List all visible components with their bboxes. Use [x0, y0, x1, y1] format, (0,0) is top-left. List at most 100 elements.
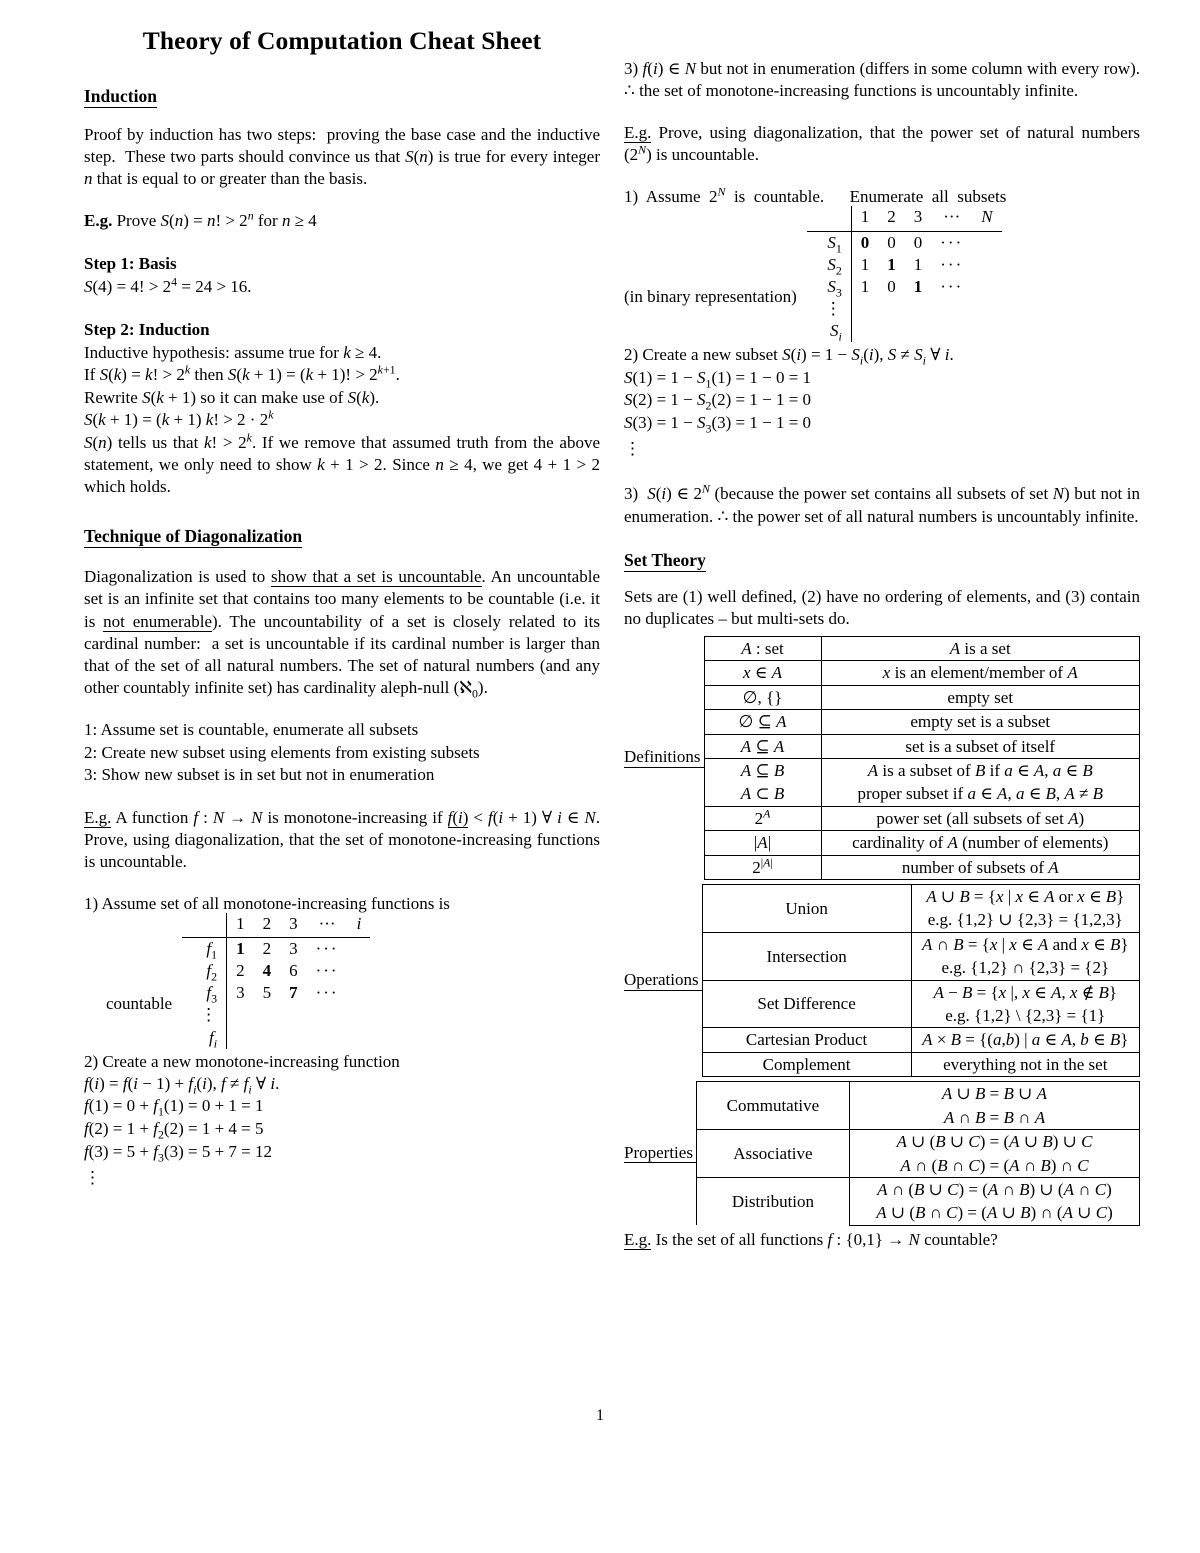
cell-r2c5	[348, 960, 371, 982]
cheat-sheet-page: Theory of Computation Cheat Sheet Induct…	[0, 0, 1200, 1553]
prop-key-1: Associative	[695, 1129, 850, 1178]
step2-heading: Step 2: Induction	[84, 319, 210, 339]
def-key-2: ∅, {}	[703, 684, 822, 711]
op-val-4: everything not in the set	[910, 1051, 1141, 1078]
cell-r1c1: 0	[860, 232, 870, 252]
def-val-4: set is a subset of itself	[820, 733, 1140, 760]
monotone-step2-line-4: f(3) = 5 + f3(3) = 5 + 7 = 12	[84, 1141, 273, 1164]
col-header-1: 1	[860, 207, 870, 227]
cell-r1c2: 2	[262, 939, 272, 959]
cell-r1c3: 3	[289, 939, 298, 959]
properties-table-wrap: Properties Commutative A ∪ B = B ∪ A A ∩…	[624, 1081, 1141, 1226]
monotone-step2-text: 2) Create a new monotone-increasing func…	[84, 1051, 400, 1071]
table-row: A ⊆ A set is a subset of itself	[703, 733, 1140, 760]
cell-r2c2: 4	[262, 961, 272, 981]
cell-r1c5	[972, 232, 1001, 254]
properties-label: Properties	[624, 1143, 696, 1164]
step2-line-2: If S(k) = k! > 2k then S(k + 1) = (k + 1…	[84, 362, 400, 385]
table-row: Si	[806, 319, 1002, 342]
cell-r2c2: 1	[887, 254, 896, 274]
row-header-f1: f1	[182, 938, 228, 961]
cell-r2c3: 6	[289, 961, 298, 981]
monotone-step2-line-3: f(2) = 1 + f2(2) = 1 + 4 = 5	[84, 1118, 264, 1142]
def-val-6: proper subset if a ∈ A, a ∈ B, A ≠ B	[820, 782, 1140, 807]
eg-label-powerset: E.g.	[624, 123, 652, 144]
corner-cell	[182, 913, 228, 938]
left-column: Theory of Computation Cheat Sheet Induct…	[84, 18, 600, 1251]
powerset-table-side-label: (in binary representation)	[624, 287, 797, 307]
cell-r1c2: 0	[887, 232, 896, 252]
table-row: ⋮	[806, 297, 1002, 320]
def-key-8: |A|	[703, 830, 822, 856]
row-header-vdots: ⋮	[806, 297, 852, 320]
monotone-step2-vdots: ⋮	[84, 1168, 101, 1188]
cell-r3c2: 5	[262, 983, 272, 1003]
row-header-s1: S1	[806, 231, 852, 254]
row-header-f2: f2	[182, 960, 228, 983]
definitions-label: Definitions	[624, 747, 704, 768]
def-val-0: A is a set	[820, 635, 1140, 662]
cell-r2-dots: ···	[940, 254, 964, 274]
powerset-step2-vdots: ⋮	[624, 439, 641, 459]
def-val-1: x is an element/member of A	[820, 660, 1140, 686]
powerset-step2-head: 2) Create a new subset S(i) = 1 − Si(i),…	[624, 345, 954, 368]
operations-table: Union A ∪ B = {x | x ∈ A or x ∈ B} e.g. …	[701, 884, 1141, 1078]
cell-r3c3: 7	[289, 983, 298, 1003]
col-header-3: 3	[289, 914, 298, 934]
definitions-table-wrap: Definitions A : set A is a set x ∈ A x i…	[624, 635, 1140, 881]
underline-phrase-not-enumerable: not enumerable	[103, 611, 212, 632]
table-row: ⋮	[182, 1004, 370, 1027]
cell-r2c1: 2	[236, 961, 245, 981]
op-key-3: Cartesian Product	[701, 1027, 912, 1053]
row-header-si: Si	[806, 319, 852, 342]
eg-label: E.g.	[84, 211, 113, 231]
operations-label: Operations	[624, 970, 702, 991]
cell-r2c1: 1	[860, 254, 870, 274]
prop-key-0: Commutative	[695, 1081, 850, 1130]
cell-r1c3: 0	[913, 232, 923, 252]
underline-phrase-uncountable: show that a set is uncountable	[270, 567, 482, 588]
table-row: ∅ ⊆ A empty set is a subset	[703, 709, 1140, 735]
monotone-table-side-label: countable	[106, 993, 173, 1013]
table-row: Complement everything not in the set	[701, 1051, 1141, 1078]
def-key-6: A ⊂ B	[703, 782, 822, 807]
right-column: 3) f(i) ∈ N but not in enumeration (diff…	[624, 18, 1140, 1251]
diagonalization-intro: Diagonalization is used to show that a s…	[84, 567, 600, 701]
def-val-9: number of subsets of A	[820, 854, 1140, 881]
diagonalization-step-2: 2: Create new subset using elements from…	[84, 742, 480, 762]
table-row: Set Difference A − B = {x |, x ∈ A, x ∉ …	[701, 979, 1141, 1028]
powerset-step3: 3) S(i) ∈ 2N (because the power set cont…	[624, 481, 1140, 526]
table-row: A ⊂ B proper subset if a ∈ A, a ∈ B, A ≠…	[703, 782, 1140, 807]
op-key-2: Set Difference	[701, 979, 912, 1028]
set-theory-intro: Sets are (1) well defined, (2) have no o…	[624, 586, 1140, 628]
table-row: Distribution A ∩ (B ∪ C) = (A ∩ B) ∪ (A …	[695, 1176, 1141, 1226]
step2-line-1: Inductive hypothesis: assume true for k …	[84, 342, 382, 362]
row-header-f3: f3	[182, 982, 228, 1005]
section-heading-induction: Induction	[84, 86, 157, 109]
op-val-1: A ∩ B = {x | x ∈ A and x ∈ B}	[910, 931, 1141, 957]
powerset-step1-text: 1) Assume 2N is countable. Enumerate all…	[624, 184, 1007, 207]
table-row: f2 2 4 6 ···	[182, 960, 371, 983]
table-row: 2|A| number of subsets of A	[703, 854, 1140, 881]
powerset-table-wrap: (in binary representation) 1 2 3 ··· N S…	[624, 206, 1140, 342]
op-key-0: Union	[701, 884, 912, 933]
prop-val-0a: A ∪ B = B ∪ A	[848, 1081, 1141, 1106]
table-row: Intersection A ∩ B = {x | x ∈ A and x ∈ …	[701, 931, 1141, 981]
powerset-step2-line-1: S(1) = 1 − S1(1) = 1 − 0 = 1	[624, 367, 812, 391]
powerset-step2-line-2: S(2) = 1 − S2(2) = 1 − 1 = 0	[624, 390, 812, 413]
def-key-0: A : set	[703, 635, 822, 662]
final-example: E.g. Is the set of all functions f : {0,…	[624, 1229, 998, 1250]
cell-r1c1: 1	[236, 939, 245, 959]
prop-val-1a: A ∪ (B ∪ C) = (A ∪ B) ∪ C	[848, 1129, 1141, 1154]
cell-r3c1: 1	[860, 276, 870, 296]
table-row: S1 0 0 0 ···	[806, 231, 1002, 254]
def-val-8: cardinality of A (number of elements)	[820, 830, 1140, 856]
table-row: A ⊆ B A is a subset of B if a ∈ A, a ∈ B	[703, 758, 1140, 783]
table-row: Cartesian Product A × B = {(a,b) | a ∈ A…	[701, 1027, 1141, 1053]
step1-line: S(4) = 4! > 24 = 24 > 16.	[84, 274, 252, 296]
table-row: x ∈ A x is an element/member of A	[703, 660, 1140, 686]
cell-r3-dots: ···	[315, 983, 339, 1003]
table-row: S2 1 1 1 ···	[806, 253, 1002, 276]
def-key-7: 2A	[703, 805, 822, 832]
table-row: ∅, {} empty set	[703, 684, 1140, 711]
